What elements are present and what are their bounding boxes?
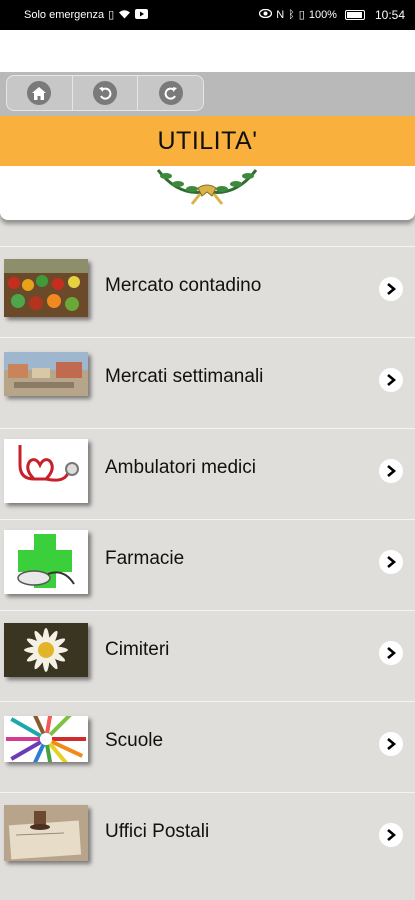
header-card: UTILITA' <box>0 116 415 220</box>
list-item[interactable]: Ambulatori medici <box>0 428 415 519</box>
refresh-button[interactable] <box>138 76 203 110</box>
undo-icon <box>93 81 117 105</box>
bluetooth-icon: ᛒ <box>288 8 295 21</box>
wifi-icon <box>118 9 131 22</box>
item-label: Mercato contadino <box>105 274 262 296</box>
list-item[interactable]: Farmacie <box>0 519 415 610</box>
sim-icon: ▯ <box>108 8 115 21</box>
back-button[interactable] <box>73 76 139 110</box>
list-item[interactable]: Mercati settimanali <box>0 337 415 428</box>
chevron-right-icon <box>379 368 403 392</box>
home-button[interactable] <box>7 76 73 110</box>
nfc-icon: N <box>276 8 285 21</box>
battery-icon <box>344 10 365 20</box>
title-band: UTILITA' <box>0 116 415 166</box>
refresh-icon <box>158 81 183 105</box>
flower-thumbnail <box>4 623 88 677</box>
item-label: Mercati settimanali <box>105 365 264 387</box>
postal-stamp-thumbnail <box>4 805 88 861</box>
home-icon <box>27 81 52 105</box>
top-blank-area <box>0 30 415 72</box>
colored-pencils-thumbnail <box>4 716 88 762</box>
item-label: Scuole <box>105 729 164 751</box>
list-item[interactable]: Mercato contadino <box>0 246 415 337</box>
chevron-right-icon <box>379 459 403 483</box>
pharmacy-cross-thumbnail <box>4 530 88 594</box>
utility-list: Mercato contadino Mercati settimanali Am… <box>0 246 415 883</box>
nav-button-group <box>6 75 204 111</box>
clock: 10:54 <box>374 8 405 22</box>
item-label: Cimiteri <box>105 638 170 660</box>
stethoscope-thumbnail <box>4 439 88 503</box>
laurel-emblem-icon <box>156 169 258 205</box>
chevron-right-icon <box>379 823 403 847</box>
battery-percent: 100% <box>308 9 337 21</box>
chevron-right-icon <box>379 550 403 574</box>
item-label: Uffici Postali <box>105 820 210 842</box>
youtube-icon <box>135 8 149 22</box>
carrier-label: Solo emergenza <box>24 9 105 21</box>
item-label: Farmacie <box>105 547 185 569</box>
chevron-right-icon <box>379 277 403 301</box>
status-bar: Solo emergenza ▯ N ᛒ ▯ 100% 10:54 <box>0 0 415 30</box>
town-square-thumbnail <box>4 352 88 396</box>
vibrate-icon: ▯ <box>298 8 305 21</box>
market-produce-thumbnail <box>4 259 88 317</box>
toolbar <box>0 72 415 116</box>
page-title: UTILITA' <box>157 126 258 155</box>
item-label: Ambulatori medici <box>105 456 256 478</box>
status-right: N ᛒ ▯ 100% 10:54 <box>259 8 405 22</box>
status-left: Solo emergenza ▯ <box>24 8 149 22</box>
list-item[interactable]: Cimiteri <box>0 610 415 701</box>
chevron-right-icon <box>379 732 403 756</box>
chevron-right-icon <box>379 641 403 665</box>
eye-icon <box>259 8 273 21</box>
list-item[interactable]: Uffici Postali <box>0 792 415 883</box>
list-item[interactable]: Scuole <box>0 701 415 792</box>
